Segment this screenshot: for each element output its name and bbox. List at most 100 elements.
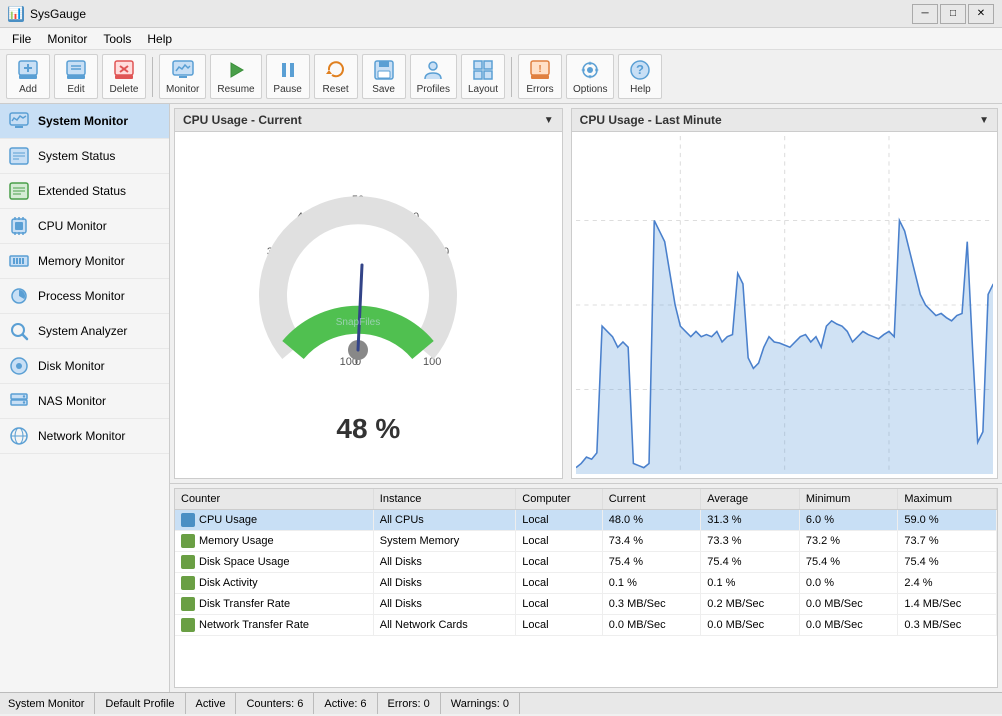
chart-panel-header: CPU Usage - Last Minute ▼ [572,109,997,132]
options-button[interactable]: Options [566,54,614,99]
options-icon [578,58,602,82]
sidebar-item-disk-monitor[interactable]: Disk Monitor [0,349,169,384]
svg-text:100: 100 [423,356,441,368]
cell-instance: System Memory [373,531,516,552]
cell-instance: All CPUs [373,510,516,531]
status-state: Active [186,693,237,714]
table-row[interactable]: Memory Usage System Memory Local 73.4 % … [175,531,997,552]
sidebar-item-cpu-monitor[interactable]: CPU Monitor [0,209,169,244]
table-row[interactable]: Disk Transfer Rate All Disks Local 0.3 M… [175,594,997,615]
cell-instance: All Network Cards [373,615,516,636]
cell-counter: Disk Transfer Rate [175,594,373,615]
help-button[interactable]: ? Help [618,54,662,99]
resume-label: Resume [217,84,254,95]
content-area: CPU Usage - Current ▼ 0 10 20 30 40 50 6… [170,104,1002,692]
table-row[interactable]: Network Transfer Rate All Network Cards … [175,615,997,636]
data-table-container: Counter Instance Computer Current Averag… [174,488,998,688]
cell-minimum: 75.4 % [799,552,898,573]
cell-average: 0.2 MB/Sec [701,594,800,615]
pause-button[interactable]: Pause [266,54,310,99]
disk-monitor-icon [8,355,30,377]
resume-button[interactable]: Resume [210,54,261,99]
add-button[interactable]: Add [6,54,50,99]
cell-counter: CPU Usage [175,510,373,531]
errors-icon: ! [528,58,552,82]
sidebar-item-nas-monitor[interactable]: NAS Monitor [0,384,169,419]
main-container: System Monitor System Status Extended St… [0,104,1002,692]
cell-average: 73.3 % [701,531,800,552]
sidebar-label-extended-status: Extended Status [38,184,126,198]
table-row[interactable]: Disk Activity All Disks Local 0.1 % 0.1 … [175,573,997,594]
title-bar-left: 📊 SysGauge [8,6,86,22]
svg-text:SnapFiles: SnapFiles [336,317,380,328]
cell-counter: Network Transfer Rate [175,615,373,636]
cell-current: 75.4 % [602,552,701,573]
layout-label: Layout [468,84,498,95]
nas-monitor-icon [8,390,30,412]
layout-button[interactable]: Layout [461,54,505,99]
edit-button[interactable]: Edit [54,54,98,99]
help-label: Help [630,84,651,95]
gauge-svg: 0 10 20 30 40 50 60 70 80 90 100 100 [228,165,508,405]
save-label: Save [372,84,395,95]
help-icon: ? [628,58,652,82]
sidebar-label-cpu-monitor: CPU Monitor [38,219,107,233]
table-row[interactable]: Disk Space Usage All Disks Local 75.4 % … [175,552,997,573]
table-row[interactable]: CPU Usage All CPUs Local 48.0 % 31.3 % 6… [175,510,997,531]
status-monitor: System Monitor [8,693,95,714]
menu-monitor[interactable]: Monitor [39,30,95,48]
close-button[interactable]: ✕ [968,4,994,24]
minimize-button[interactable]: ─ [912,4,938,24]
sidebar-item-system-status[interactable]: System Status [0,139,169,174]
reset-button[interactable]: Reset [314,54,358,99]
sidebar-item-system-monitor[interactable]: System Monitor [0,104,169,139]
delete-button[interactable]: Delete [102,54,146,99]
resume-icon [224,58,248,82]
menu-file[interactable]: File [4,30,39,48]
errors-button[interactable]: ! Errors [518,54,562,99]
cell-instance: All Disks [373,552,516,573]
gauge-value: 48 % [336,413,400,445]
toolbar: Add Edit Delete Monitor Resume Pause [0,50,1002,104]
cell-computer: Local [516,594,602,615]
title-bar: 📊 SysGauge ─ □ ✕ [0,0,1002,28]
toolbar-sep-1 [152,57,153,97]
col-header-current: Current [602,489,701,510]
menu-help[interactable]: Help [139,30,180,48]
save-button[interactable]: Save [362,54,406,99]
cell-computer: Local [516,573,602,594]
process-monitor-icon [8,285,30,307]
maximize-button[interactable]: □ [940,4,966,24]
status-errors: Errors: 0 [378,693,441,714]
data-table: Counter Instance Computer Current Averag… [175,489,997,636]
col-header-counter: Counter [175,489,373,510]
extended-status-icon [8,180,30,202]
toolbar-sep-2 [511,57,512,97]
gauge-container: 0 10 20 30 40 50 60 70 80 90 100 100 [175,132,562,478]
gauge-panel-header: CPU Usage - Current ▼ [175,109,562,132]
table-body: CPU Usage All CPUs Local 48.0 % 31.3 % 6… [175,510,997,636]
gauge-collapse-button[interactable]: ▼ [544,115,554,126]
sidebar-item-memory-monitor[interactable]: Memory Monitor [0,244,169,279]
monitor-button[interactable]: Monitor [159,54,206,99]
cell-computer: Local [516,510,602,531]
chart-panel-title: CPU Usage - Last Minute [580,113,722,127]
menu-tools[interactable]: Tools [95,30,139,48]
sidebar-label-nas-monitor: NAS Monitor [38,394,106,408]
options-label: Options [573,84,607,95]
cell-maximum: 0.3 MB/Sec [898,615,997,636]
cell-maximum: 73.7 % [898,531,997,552]
cell-current: 0.3 MB/Sec [602,594,701,615]
profiles-button[interactable]: Profiles [410,54,457,99]
sidebar-item-extended-status[interactable]: Extended Status [0,174,169,209]
sidebar-item-network-monitor[interactable]: Network Monitor [0,419,169,454]
monitor-icon [171,58,195,82]
chart-collapse-button[interactable]: ▼ [979,115,989,126]
sidebar-item-system-analyzer[interactable]: System Analyzer [0,314,169,349]
sidebar-item-process-monitor[interactable]: Process Monitor [0,279,169,314]
cell-minimum: 0.0 MB/Sec [799,615,898,636]
cell-current: 48.0 % [602,510,701,531]
system-monitor-icon [8,110,30,132]
cell-maximum: 75.4 % [898,552,997,573]
cell-current: 0.0 MB/Sec [602,615,701,636]
